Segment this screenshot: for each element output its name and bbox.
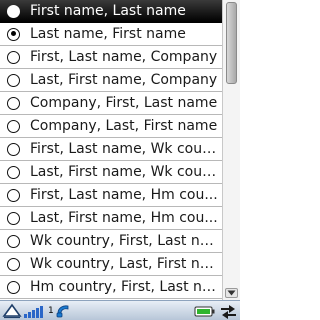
list-item-label: Last, First name, Company xyxy=(30,72,218,88)
radio-button[interactable] xyxy=(7,234,20,248)
name-format-list: First name, Last name Last name, First n… xyxy=(0,0,240,300)
list-item-label: Company, Last, First name xyxy=(30,118,218,134)
radio-button[interactable] xyxy=(7,280,20,294)
radio-button[interactable] xyxy=(7,4,20,18)
radio-button[interactable] xyxy=(7,119,20,133)
list-item-option-13[interactable]: Hm country, First, Last na... xyxy=(0,276,222,299)
list-item-option-10[interactable]: Last, First name, Hm cou... xyxy=(0,207,222,230)
phone-handset-icon xyxy=(56,305,69,318)
list-item-label: First name, Last name xyxy=(30,3,186,19)
list-item-label: First, Last name, Hm cou... xyxy=(30,187,218,203)
battery-icon xyxy=(194,306,215,317)
list-item-label: First, Last name, Company xyxy=(30,49,218,65)
signal-bars-icon xyxy=(24,306,43,318)
sort-order-screen: First name, Last name Last name, First n… xyxy=(0,0,240,320)
list-item-option-12[interactable]: Wk country, Last, First na... xyxy=(0,253,222,276)
list-item-option-9[interactable]: First, Last name, Hm cou... xyxy=(0,184,222,207)
scrollbar-thumb[interactable] xyxy=(226,2,237,84)
radio-button[interactable] xyxy=(7,211,20,225)
transfer-arrows-icon xyxy=(221,305,236,319)
list-item-label: Hm country, First, Last na... xyxy=(30,279,220,295)
list-item-option-6[interactable]: Company, Last, First name xyxy=(0,115,222,138)
home-triangle-icon[interactable] xyxy=(2,303,22,319)
radio-button[interactable] xyxy=(7,50,20,64)
radio-button[interactable] xyxy=(7,73,20,87)
list-item-option-1[interactable]: First name, Last name xyxy=(0,0,222,23)
list-item-label: Company, First, Last name xyxy=(30,95,218,111)
radio-button[interactable] xyxy=(7,257,20,271)
radio-button-selected[interactable] xyxy=(7,27,20,41)
list-item-label: Last name, First name xyxy=(30,26,186,42)
status-bar: 1 xyxy=(0,300,240,320)
list-item-option-2[interactable]: Last name, First name xyxy=(0,23,222,46)
radio-button[interactable] xyxy=(7,142,20,156)
list-item-option-5[interactable]: Company, First, Last name xyxy=(0,92,222,115)
list-item-label: Wk country, Last, First na... xyxy=(30,256,220,272)
radio-button[interactable] xyxy=(7,165,20,179)
chevron-down-icon xyxy=(227,290,236,296)
list-item-option-8[interactable]: Last, First name, Wk coun... xyxy=(0,161,222,184)
list-item-option-3[interactable]: First, Last name, Company xyxy=(0,46,222,69)
signal-count: 1 xyxy=(48,306,54,316)
list-item-label: First, Last name, Wk coun... xyxy=(30,141,220,157)
list-item-label: Last, First name, Wk coun... xyxy=(30,164,220,180)
list-item-label: Last, First name, Hm cou... xyxy=(30,210,218,226)
radio-button[interactable] xyxy=(7,96,20,110)
list-item-option-4[interactable]: Last, First name, Company xyxy=(0,69,222,92)
radio-button[interactable] xyxy=(7,188,20,202)
scroll-down-button[interactable] xyxy=(225,288,238,298)
list-item-option-7[interactable]: First, Last name, Wk coun... xyxy=(0,138,222,161)
list-item-label: Wk country, First, Last na... xyxy=(30,233,220,249)
scrollbar[interactable] xyxy=(222,0,240,300)
list-item-option-11[interactable]: Wk country, First, Last na... xyxy=(0,230,222,253)
